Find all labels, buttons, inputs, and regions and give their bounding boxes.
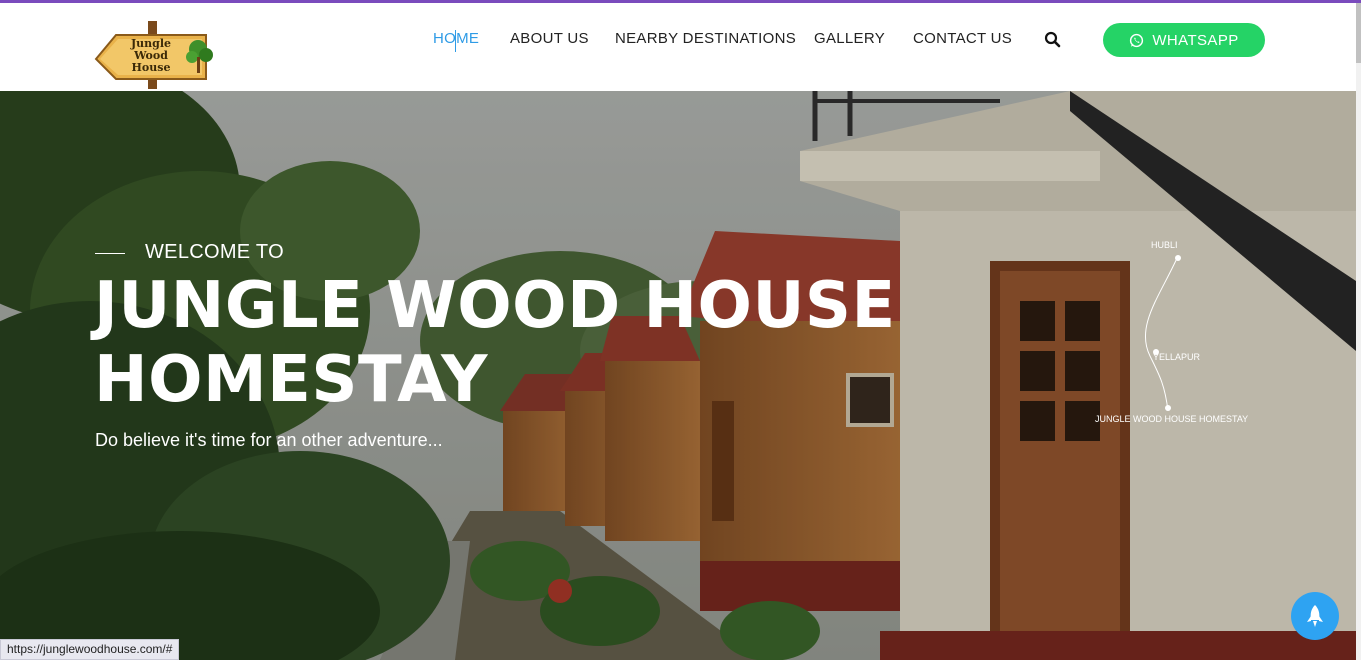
nav-contact-us[interactable]: CONTACT US (913, 30, 1012, 47)
route-path-icon (1145, 255, 1181, 412)
logo-text: Jungle Wood House (116, 38, 186, 74)
logo-line-2: Wood House (131, 49, 171, 74)
hero-subtitle: Do believe it's time for an other advent… (95, 430, 443, 450)
scrollbar-thumb[interactable] (1356, 3, 1361, 63)
route-stop-hubli: HUBLI (1151, 240, 1178, 250)
hero-title-line-1: JUNGLE WOOD HOUSE (94, 269, 896, 343)
whatsapp-label: WHATSAPP (1152, 31, 1239, 49)
nav-home[interactable]: HOME (433, 30, 479, 47)
search-icon[interactable] (1044, 31, 1062, 49)
hero-title: JUNGLE WOOD HOUSE HOMESTAY (94, 269, 914, 417)
site-header: Jungle Wood House HOME ABOUT US NEARBY D… (0, 3, 1356, 91)
route-map: HUBLI YELLAPUR JUNGLE WOOD HOUSE HOMESTA… (1090, 236, 1280, 436)
page-scrollbar[interactable] (1356, 3, 1361, 660)
rocket-icon (1307, 605, 1323, 627)
status-bar-url: https://junglewoodhouse.com/# (0, 639, 180, 660)
hero-title-line-2: HOMESTAY (94, 343, 488, 417)
route-stop-homestay: JUNGLE WOOD HOUSE HOMESTAY (1095, 414, 1249, 424)
welcome-text: WELCOME TO (145, 241, 284, 263)
whatsapp-button[interactable]: WHATSAPP (1103, 23, 1265, 57)
whatsapp-icon (1130, 33, 1144, 47)
hero-banner: WELCOME TO JUNGLE WOOD HOUSE HOMESTAY Do… (0, 91, 1356, 660)
nav-about-us[interactable]: ABOUT US (510, 30, 589, 47)
site-logo[interactable]: Jungle Wood House (94, 21, 216, 91)
nav-nearby-destinations[interactable]: NEARBY DESTINATIONS (615, 30, 796, 47)
scroll-to-top-button[interactable] (1291, 592, 1339, 640)
welcome-dash (95, 253, 125, 254)
route-stop-yellapur: YELLAPUR (1153, 352, 1201, 362)
nav-gallery[interactable]: GALLERY (814, 30, 885, 47)
